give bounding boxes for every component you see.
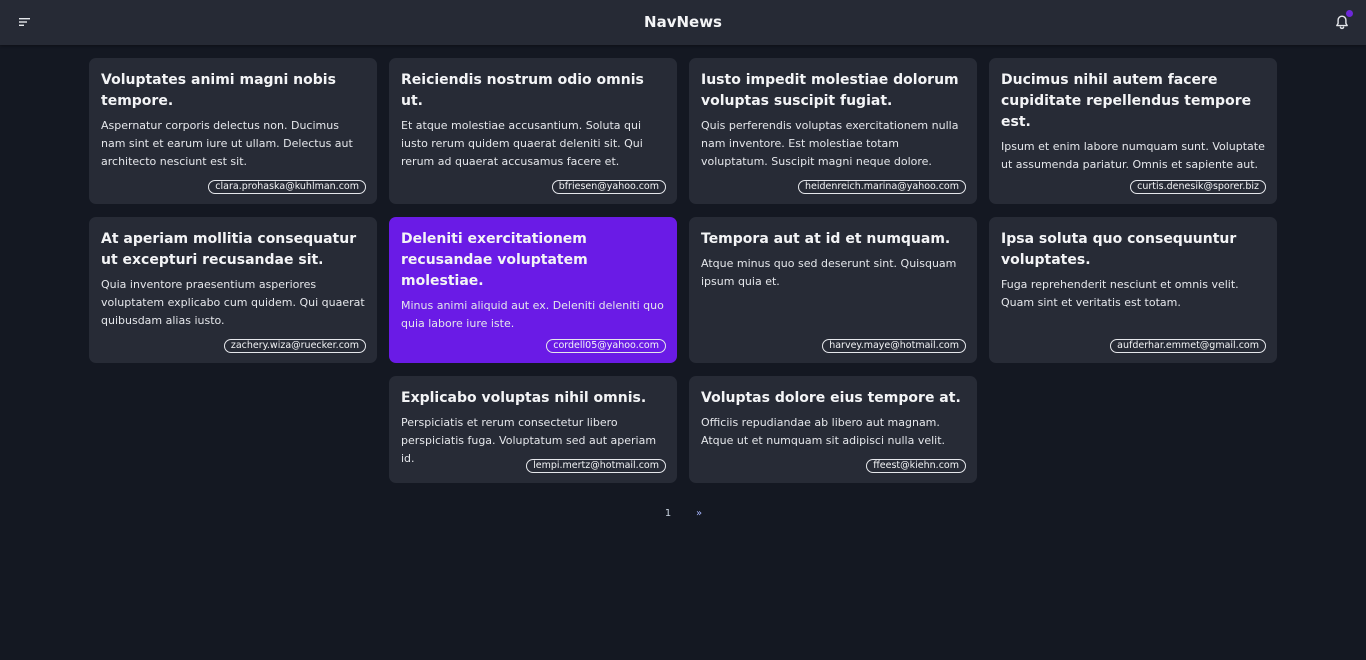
card-author-email[interactable]: curtis.denesik@sporer.biz <box>1130 180 1266 194</box>
page-1-link[interactable]: 1 <box>655 505 681 523</box>
card-body: Officiis repudiandae ab libero aut magna… <box>701 416 946 447</box>
card-body: Fuga reprehenderit nesciunt et omnis vel… <box>1001 278 1239 309</box>
card-title: Explicabo voluptas nihil omnis. <box>401 390 647 406</box>
news-card[interactable]: Voluptas dolore eius tempore at. Officii… <box>689 376 977 483</box>
news-card[interactable]: At aperiam mollitia consequatur ut excep… <box>89 217 377 363</box>
card-author-email[interactable]: clara.prohaska@kuhlman.com <box>208 180 366 194</box>
card-title: Voluptates animi magni nobis tempore. <box>101 72 336 109</box>
top-nav-bar: NavNews <box>0 0 1366 45</box>
card-title: Iusto impedit molestiae dolorum voluptas… <box>701 72 959 109</box>
pagination: 1 » <box>655 505 712 523</box>
card-title: At aperiam mollitia consequatur ut excep… <box>101 231 357 268</box>
card-author-email[interactable]: aufderhar.emmet@gmail.com <box>1110 339 1266 353</box>
card-title: Ducimus nihil autem facere cupiditate re… <box>1001 72 1252 130</box>
card-author-email[interactable]: bfriesen@yahoo.com <box>551 180 666 194</box>
app-title: NavNews <box>644 13 722 31</box>
card-body: Aspernatur corporis delectus non. Ducimu… <box>101 119 353 168</box>
card-body: Ipsum et enim labore numquam sunt. Volup… <box>1001 140 1265 171</box>
card-author-email[interactable]: cordell05@yahoo.com <box>546 339 666 353</box>
card-author-email[interactable]: zachery.wiza@ruecker.com <box>223 339 366 353</box>
next-page-link[interactable]: » <box>686 505 712 523</box>
news-card[interactable]: Ducimus nihil autem facere cupiditate re… <box>989 58 1277 204</box>
card-author-email[interactable]: heidenreich.marina@yahoo.com <box>797 180 966 194</box>
card-author-email[interactable]: ffeest@kiehn.com <box>866 459 966 473</box>
card-author-email[interactable]: harvey.maye@hotmail.com <box>822 339 966 353</box>
news-card-selected[interactable]: Deleniti exercitationem recusandae volup… <box>389 217 677 363</box>
card-body: Quis perferendis voluptas exercitationem… <box>701 119 959 168</box>
card-body: Quia inventore praesentium asperiores vo… <box>101 278 365 327</box>
card-body: Minus animi aliquid aut ex. Deleniti del… <box>401 299 664 330</box>
news-card[interactable]: Voluptates animi magni nobis tempore. As… <box>89 58 377 204</box>
notification-badge <box>1346 10 1353 17</box>
news-card[interactable]: Ipsa soluta quo consequuntur voluptates.… <box>989 217 1277 363</box>
card-body: Atque minus quo sed deserunt sint. Quisq… <box>701 257 957 288</box>
notifications-button[interactable] <box>1330 10 1354 34</box>
card-title: Deleniti exercitationem recusandae volup… <box>401 231 588 289</box>
card-author-email[interactable]: lempi.mertz@hotmail.com <box>526 459 666 473</box>
card-title: Voluptas dolore eius tempore at. <box>701 390 961 406</box>
news-card[interactable]: Explicabo voluptas nihil omnis. Perspici… <box>389 376 677 483</box>
news-card[interactable]: Iusto impedit molestiae dolorum voluptas… <box>689 58 977 204</box>
card-title: Reiciendis nostrum odio omnis ut. <box>401 72 644 109</box>
card-title: Tempora aut at id et numquam. <box>701 231 951 247</box>
card-body: Et atque molestiae accusantium. Soluta q… <box>401 119 643 168</box>
card-title: Ipsa soluta quo consequuntur voluptates. <box>1001 231 1237 268</box>
news-card[interactable]: Tempora aut at id et numquam. Atque minu… <box>689 217 977 363</box>
news-card[interactable]: Reiciendis nostrum odio omnis ut. Et atq… <box>389 58 677 204</box>
